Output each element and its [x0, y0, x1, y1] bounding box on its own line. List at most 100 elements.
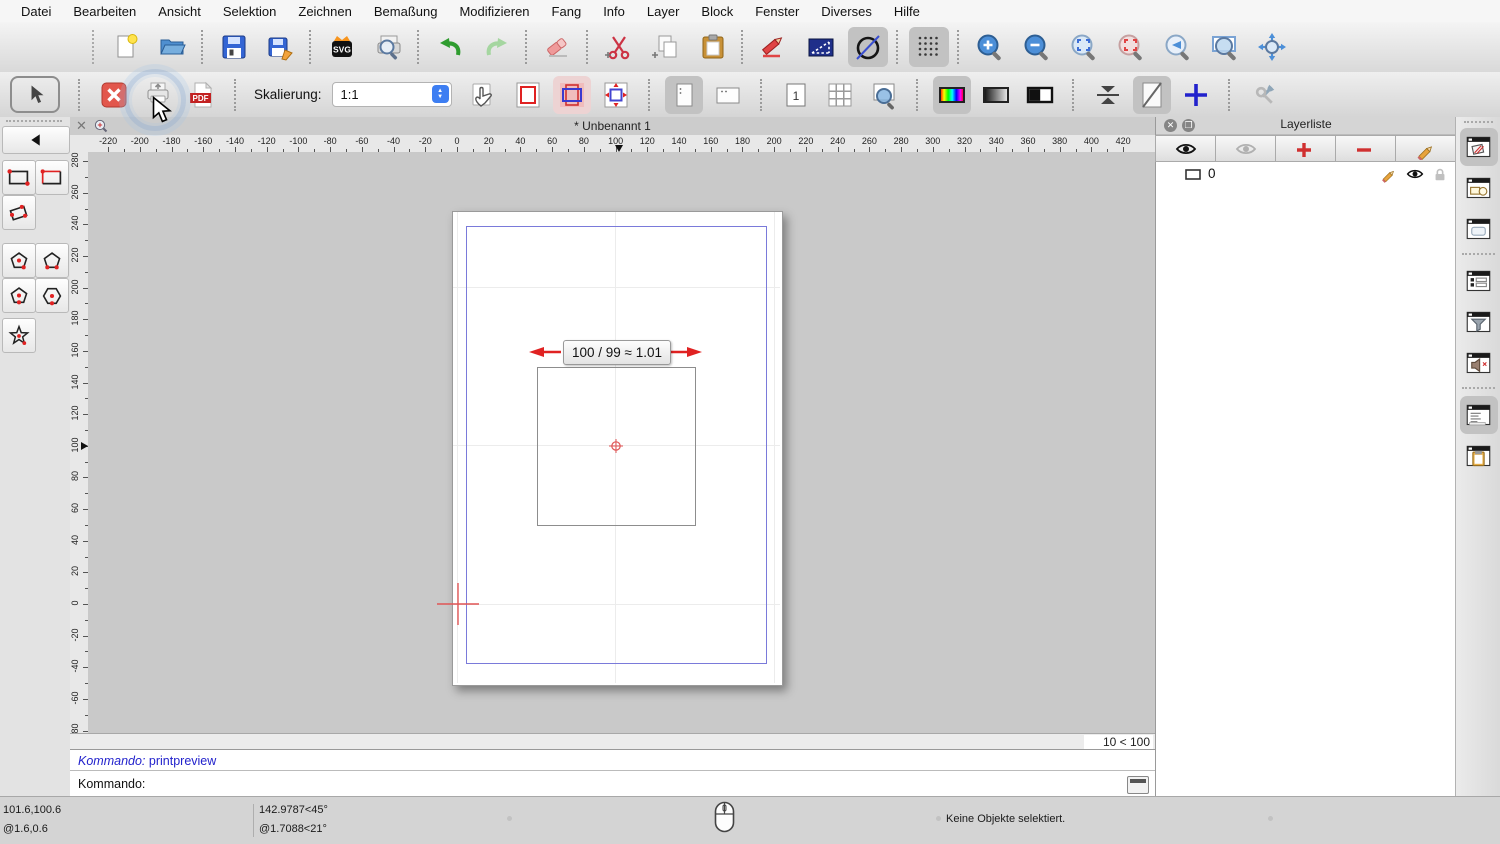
dock-drag-handle[interactable] [1464, 121, 1493, 125]
hexagon-tool-button[interactable] [35, 278, 69, 313]
eraser-icon[interactable] [538, 27, 578, 67]
draw-pen-icon[interactable] [754, 27, 794, 67]
toolbar-separator [201, 30, 205, 64]
paste-icon[interactable] [693, 27, 733, 67]
print-preview-icon[interactable] [369, 27, 409, 67]
menu-diverses[interactable]: Diverses [810, 4, 883, 19]
black-white-icon[interactable] [1021, 76, 1059, 114]
menu-fenster[interactable]: Fenster [744, 4, 810, 19]
zoom-window-icon[interactable] [1205, 27, 1245, 67]
landscape-icon[interactable] [709, 76, 747, 114]
command-window-toggle-button[interactable] [1127, 776, 1149, 794]
toolbar-separator [234, 79, 238, 111]
command-line-widget-button[interactable] [1460, 396, 1498, 434]
h-ruler-label: -100 [283, 136, 313, 146]
multi-page-icon[interactable] [821, 76, 859, 114]
select-box-icon[interactable] [801, 27, 841, 67]
palette-drag-handle[interactable] [6, 120, 62, 124]
color-full-icon[interactable] [933, 76, 971, 114]
zoom-out-icon[interactable] [1017, 27, 1057, 67]
layer-list-widget-button[interactable] [1460, 128, 1498, 166]
menu-layer[interactable]: Layer [636, 4, 691, 19]
save-icon[interactable] [214, 27, 254, 67]
menu-bemaung[interactable]: Bemaßung [363, 4, 449, 19]
block-list-widget-button[interactable] [1460, 169, 1498, 207]
add-layer-button[interactable] [1275, 135, 1336, 162]
command-input-line[interactable]: Kommando: [70, 770, 1155, 797]
open-file-icon[interactable] [153, 27, 193, 67]
layer-lock-icon[interactable] [1432, 166, 1448, 182]
grayscale-icon[interactable] [977, 76, 1015, 114]
drawing-canvas[interactable]: 100 / 99 ≈ 1.01 [88, 152, 1155, 733]
panel-close-icon[interactable]: ✕ [1164, 119, 1177, 132]
menu-datei[interactable]: Datei [10, 4, 62, 19]
show-all-layers-button[interactable] [1155, 135, 1216, 162]
margins-icon[interactable] [553, 76, 591, 114]
crosshair-blue-icon[interactable] [1177, 76, 1215, 114]
h-ruler-label: 20 [474, 136, 504, 146]
hide-all-layers-button[interactable] [1215, 135, 1276, 162]
toolbar-drag-handle[interactable] [92, 30, 96, 64]
rect-edge-tool-button[interactable] [35, 160, 69, 195]
menu-ansicht[interactable]: Ansicht [147, 4, 212, 19]
clipboard-widget-button[interactable] [1460, 437, 1498, 475]
command-history-line: Kommando: printpreview [70, 749, 1155, 770]
undo-icon[interactable] [430, 27, 470, 67]
poly-2vertex-tool-button[interactable] [35, 243, 69, 278]
menu-fang[interactable]: Fang [541, 4, 593, 19]
close-preview-icon[interactable] [95, 76, 133, 114]
star-tool-button[interactable] [2, 318, 36, 353]
menu-zeichnen[interactable]: Zeichnen [287, 4, 362, 19]
single-page-icon[interactable]: 1 [777, 76, 815, 114]
menu-info[interactable]: Info [592, 4, 636, 19]
library-browser-widget-button[interactable] [1460, 210, 1498, 248]
property-filter-widget-button[interactable] [1460, 303, 1498, 341]
page-border-icon[interactable] [509, 76, 547, 114]
menu-selektion[interactable]: Selektion [212, 4, 287, 19]
menu-block[interactable]: Block [690, 4, 744, 19]
selection-list-widget-button[interactable] [1460, 262, 1498, 300]
stepper-arrows-icon[interactable]: ▲▼ [432, 85, 449, 103]
page-diagonal-icon[interactable] [1133, 76, 1171, 114]
zoom-page-icon[interactable] [865, 76, 903, 114]
rect-rotated-tool-button[interactable] [2, 195, 36, 230]
cut-icon[interactable] [599, 27, 639, 67]
copy-icon[interactable] [646, 27, 686, 67]
menu-bearbeiten[interactable]: Bearbeiten [62, 4, 147, 19]
vertical-ruler: 280260240220200180160140120100806040200-… [70, 152, 89, 733]
zoom-selection-icon[interactable] [1111, 27, 1151, 67]
edit-layer-button[interactable] [1395, 135, 1456, 162]
layer-row[interactable]: 0 [1156, 163, 1456, 184]
print-icon[interactable] [139, 76, 177, 114]
settings-icon[interactable] [1245, 76, 1283, 114]
hand-pan-icon[interactable] [465, 76, 503, 114]
line-squash-icon[interactable] [1089, 76, 1127, 114]
zoom-fit-icon[interactable] [1064, 27, 1104, 67]
zoom-in-icon[interactable] [970, 27, 1010, 67]
panel-detach-icon[interactable]: ❐ [1182, 119, 1195, 132]
layer-edit-icon[interactable] [1380, 165, 1398, 183]
zoom-previous-icon[interactable] [1158, 27, 1198, 67]
poly-center-edge-tool-button[interactable] [2, 278, 36, 313]
scale-select[interactable]: 1:1▲▼ [332, 82, 452, 107]
redo-icon[interactable] [477, 27, 517, 67]
rect-2pt-tool-button[interactable] [2, 160, 36, 195]
new-file-icon[interactable] [106, 27, 146, 67]
export-widget-button[interactable] [1460, 344, 1498, 382]
save-as-icon[interactable] [261, 27, 301, 67]
circle-slash-icon[interactable] [848, 27, 888, 67]
fit-page-icon[interactable] [597, 76, 635, 114]
menu-modifizieren[interactable]: Modifizieren [448, 4, 540, 19]
grid-dots-icon[interactable] [909, 27, 949, 67]
layer-visibility-icon[interactable] [1406, 165, 1424, 183]
v-ruler-label: 220 [70, 243, 80, 267]
portrait-icon[interactable] [665, 76, 703, 114]
pdf-export-icon[interactable]: PDF [183, 76, 221, 114]
zoom-pan-icon[interactable] [1252, 27, 1292, 67]
menu-hilfe[interactable]: Hilfe [883, 4, 931, 19]
back-arrow-tool-button[interactable] [2, 126, 70, 154]
pointer-tool-button[interactable] [10, 76, 60, 113]
remove-layer-button[interactable] [1335, 135, 1396, 162]
poly-center-vertex-tool-button[interactable] [2, 243, 36, 278]
svg-export-icon[interactable]: SVG [322, 27, 362, 67]
